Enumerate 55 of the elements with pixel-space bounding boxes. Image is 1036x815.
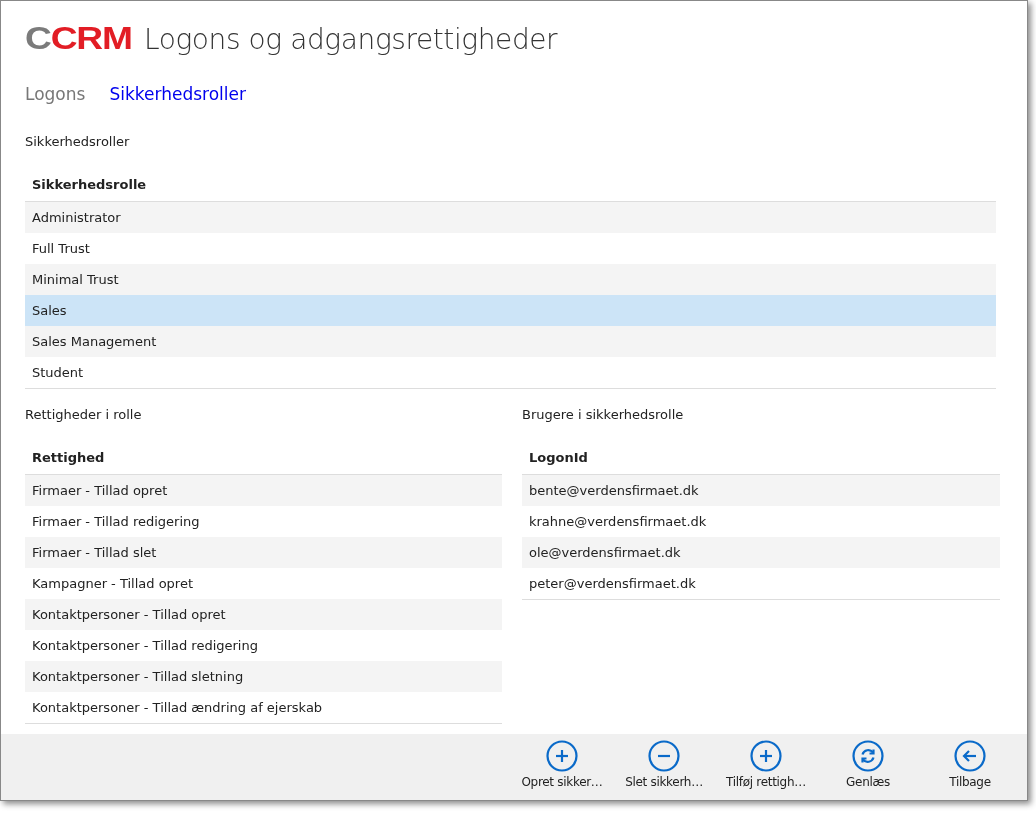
page-title: Logons og adgangsrettigheder bbox=[144, 23, 558, 56]
table-cell: krahne@verdensfirmaet.dk bbox=[529, 514, 707, 529]
toolbar-button[interactable]: Opret sikker… bbox=[511, 734, 613, 800]
table-cell: Firmaer - Tillad opret bbox=[32, 483, 168, 498]
table-row[interactable]: Firmaer - Tillad redigering bbox=[25, 506, 502, 537]
table-cell: Sales Management bbox=[32, 334, 157, 349]
column-header: Sikkerhedsrolle bbox=[32, 176, 147, 194]
table-cell: peter@verdensfirmaet.dk bbox=[529, 576, 696, 591]
table-row[interactable]: Administrator bbox=[25, 202, 996, 233]
table-cell: Administrator bbox=[32, 210, 121, 225]
table-cell: Firmaer - Tillad redigering bbox=[32, 514, 200, 529]
table-row[interactable]: Kontaktpersoner - Tillad ændring af ejerskab bbox=[25, 692, 502, 723]
table-cell: Kontaktpersoner - Tillad ændring af ejerskab bbox=[32, 700, 323, 715]
table-row[interactable]: Full Trust bbox=[25, 233, 996, 264]
minus-circle-icon bbox=[648, 740, 680, 772]
table-cell: Kontaktpersoner - Tillad sletning bbox=[32, 669, 244, 684]
table-row[interactable]: Sales Management bbox=[25, 326, 996, 357]
table-cell: Full Trust bbox=[32, 241, 90, 256]
table-row[interactable]: ole@verdensfirmaet.dk bbox=[522, 537, 1000, 568]
toolbar-button[interactable]: Slet sikkerh… bbox=[613, 734, 715, 800]
table-cell: ole@verdensfirmaet.dk bbox=[529, 545, 681, 560]
table-cell: Student bbox=[32, 365, 84, 380]
table-cell: Kampagner - Tillad opret bbox=[32, 576, 194, 591]
table-cell: Firmaer - Tillad slet bbox=[32, 545, 157, 560]
refresh-icon bbox=[852, 740, 884, 772]
table-row[interactable]: Student bbox=[25, 357, 996, 388]
plus-circle-icon bbox=[750, 740, 782, 772]
table-row[interactable]: Firmaer - Tillad opret bbox=[25, 475, 502, 506]
table-row[interactable]: Firmaer - Tillad slet bbox=[25, 537, 502, 568]
table-cell: Sales bbox=[32, 303, 67, 318]
table-cell: bente@verdensfirmaet.dk bbox=[529, 483, 699, 498]
table-row[interactable]: krahne@verdensfirmaet.dk bbox=[522, 506, 1000, 537]
column-header: Rettighed bbox=[32, 449, 105, 467]
table-row[interactable]: bente@verdensfirmaet.dk bbox=[522, 475, 1000, 506]
section-heading: Sikkerhedsroller bbox=[25, 134, 130, 149]
table-row[interactable]: Kontaktpersoner - Tillad sletning bbox=[25, 661, 502, 692]
table-cell: Minimal Trust bbox=[32, 272, 119, 287]
table-row[interactable]: peter@verdensfirmaet.dk bbox=[522, 568, 1000, 599]
table-row[interactable]: Kampagner - Tillad opret bbox=[25, 568, 502, 599]
table-cell: Kontaktpersoner - Tillad redigering bbox=[32, 638, 258, 653]
column-header: LogonId bbox=[529, 449, 588, 467]
tab[interactable]: Logons bbox=[25, 84, 86, 104]
logo: CCRM bbox=[25, 21, 132, 57]
toolbar-button[interactable]: Genlæs bbox=[817, 734, 919, 800]
table-row[interactable]: Kontaktpersoner - Tillad opret bbox=[25, 599, 502, 630]
selected-table-row[interactable]: Sales bbox=[25, 295, 996, 326]
section-heading: Brugere i sikkerhedsrolle bbox=[522, 407, 684, 422]
toolbar-button[interactable]: Tilføj rettigh… bbox=[715, 734, 817, 800]
table-row[interactable]: Kontaktpersoner - Tillad redigering bbox=[25, 630, 502, 661]
table-row[interactable]: Minimal Trust bbox=[25, 264, 996, 295]
tab[interactable]: Sikkerhedsroller bbox=[109, 84, 246, 104]
table-cell: Kontaktpersoner - Tillad opret bbox=[32, 607, 226, 622]
section-heading: Rettigheder i rolle bbox=[25, 407, 142, 422]
plus-circle-icon bbox=[546, 740, 578, 772]
toolbar-button[interactable]: Tilbage bbox=[919, 734, 1021, 800]
